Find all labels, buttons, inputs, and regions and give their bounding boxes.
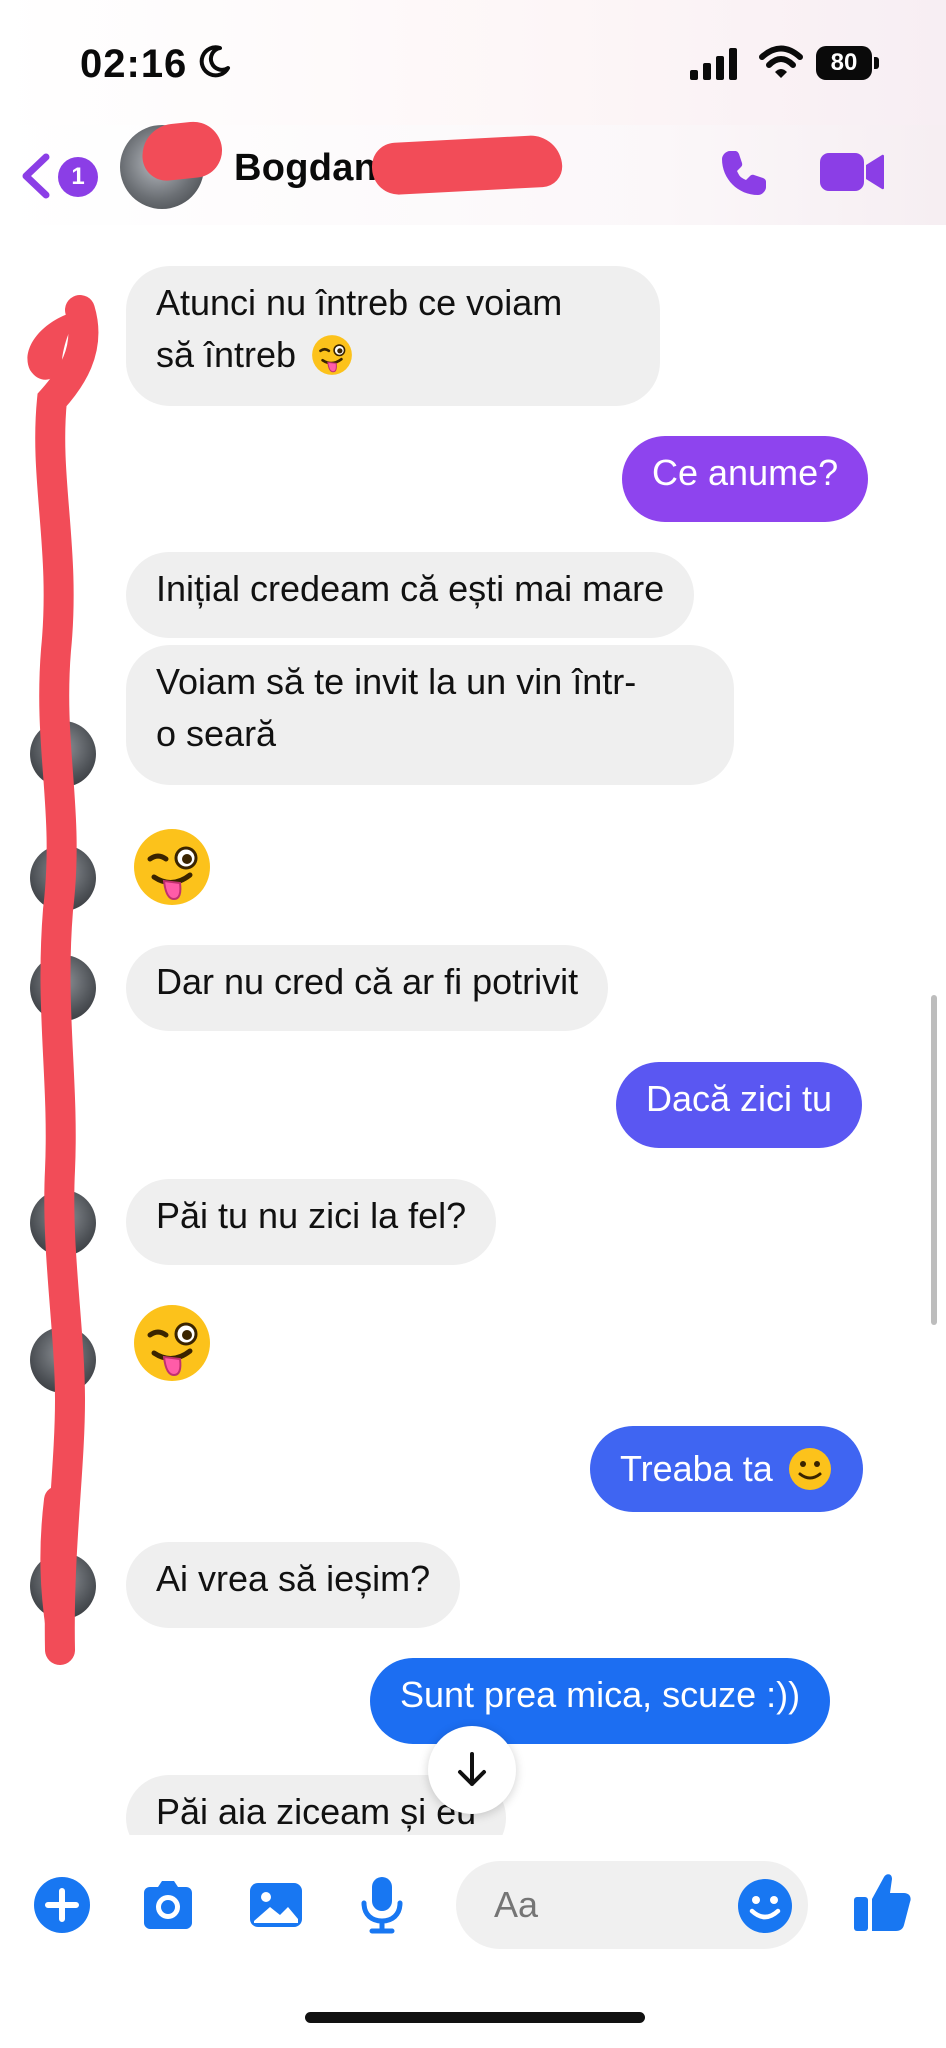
video-camera-icon[interactable] — [818, 147, 886, 197]
outgoing-message[interactable]: Ce anume? — [622, 436, 869, 522]
wifi-icon — [759, 45, 803, 78]
message-thread[interactable]: Atunci nu întreb ce voiam să întreb Ce a… — [0, 225, 946, 1835]
incoming-message[interactable]: Atunci nu întreb ce voiam să întreb — [126, 266, 660, 406]
outgoing-message[interactable]: Sunt prea mica, scuze :)) — [370, 1658, 831, 1744]
battery-icon: 80 — [816, 46, 880, 80]
incoming-message[interactable]: Inițial credeam că ești mai mare — [126, 552, 695, 638]
redaction-mark — [370, 134, 564, 196]
wink-emoji-icon — [312, 335, 352, 375]
smiley-icon[interactable] — [736, 1877, 794, 1935]
thumbs-up-icon[interactable] — [850, 1867, 914, 1937]
battery-level: 80 — [816, 46, 872, 80]
phone-icon[interactable] — [716, 145, 772, 201]
scrollbar[interactable] — [931, 995, 937, 1325]
sender-avatar[interactable] — [30, 955, 96, 1021]
incoming-message[interactable]: Dar nu cred că ar fi potrivit — [126, 945, 609, 1031]
home-indicator — [305, 2012, 645, 2023]
plus-icon[interactable] — [30, 1873, 94, 1937]
wink-emoji-icon[interactable] — [130, 1301, 214, 1385]
microphone-icon[interactable] — [350, 1873, 414, 1937]
sender-avatar[interactable] — [30, 1553, 96, 1619]
sender-avatar[interactable] — [30, 1327, 96, 1393]
incoming-message[interactable]: Ai vrea să ieșim? — [126, 1542, 461, 1628]
back-button[interactable]: 1 — [18, 143, 118, 207]
arrow-down-icon — [458, 1752, 486, 1786]
camera-icon[interactable] — [136, 1873, 200, 1937]
unread-badge: 1 — [58, 157, 98, 197]
scroll-to-bottom-button[interactable] — [428, 1726, 516, 1814]
conversation-header: 1 Bogdan — [0, 118, 946, 225]
contact-name[interactable]: Bogdan — [234, 147, 377, 190]
moon-icon — [199, 45, 230, 78]
gallery-icon[interactable] — [244, 1873, 308, 1937]
incoming-message[interactable]: Păi tu nu zici la fel? — [126, 1179, 497, 1265]
wink-emoji-icon[interactable] — [130, 825, 214, 909]
outgoing-message[interactable]: Dacă zici tu — [616, 1062, 863, 1148]
back-chevron-icon — [22, 153, 50, 199]
status-time: 02:16 — [80, 42, 188, 86]
message-composer — [0, 1835, 946, 1975]
cellular-signal-icon — [690, 48, 737, 80]
sender-avatar[interactable] — [30, 845, 96, 911]
sender-avatar[interactable] — [30, 721, 96, 787]
sender-avatar[interactable] — [30, 1190, 96, 1256]
slight-smile-emoji-icon — [788, 1448, 831, 1490]
outgoing-message[interactable]: Treaba ta — [590, 1426, 863, 1512]
incoming-message[interactable]: Voiam să te invit la un vin într- o sear… — [126, 645, 734, 785]
status-bar: 02:16 80 — [0, 0, 946, 125]
